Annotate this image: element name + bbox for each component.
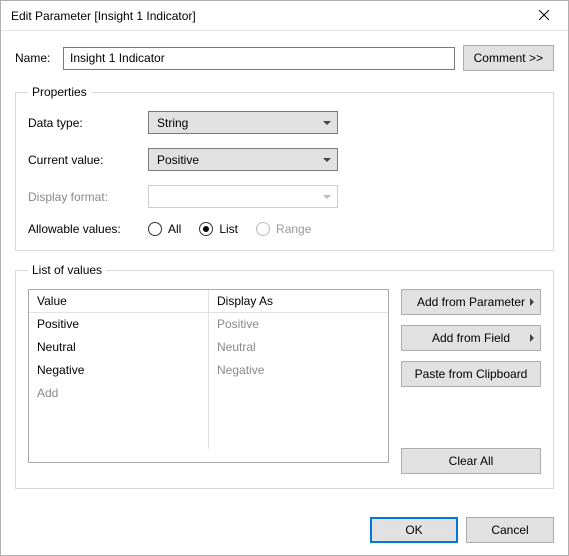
cancel-button[interactable]: Cancel [466, 517, 554, 543]
cell-display[interactable]: Neutral [209, 336, 389, 359]
chevron-right-icon [530, 334, 534, 342]
data-type-label: Data type: [28, 116, 148, 130]
close-button[interactable] [521, 2, 566, 30]
properties-legend: Properties [28, 85, 91, 99]
paste-from-clipboard-button[interactable]: Paste from Clipboard [401, 361, 541, 387]
add-from-field-button[interactable]: Add from Field [401, 325, 541, 351]
allowable-values-label: Allowable values: [28, 222, 148, 236]
button-label: Add from Parameter [417, 295, 525, 309]
button-label: Clear All [449, 454, 494, 468]
button-label: Cancel [491, 523, 528, 537]
cell-value[interactable]: Negative [29, 359, 209, 382]
chevron-down-icon [323, 195, 331, 199]
display-format-dropdown [148, 185, 338, 208]
dialog-body: Name: Comment >> Properties Data type: S… [1, 31, 568, 511]
values-table-wrap[interactable]: Value Display As Positive Positive Neutr… [28, 289, 389, 463]
display-format-label: Display format: [28, 190, 148, 204]
window-title: Edit Parameter [Insight 1 Indicator] [11, 9, 196, 23]
button-label: OK [405, 523, 422, 537]
data-type-value: String [157, 116, 188, 130]
title-bar: Edit Parameter [Insight 1 Indicator] [1, 1, 568, 31]
allowable-values-radios: All List Range [148, 222, 311, 236]
col-value-header[interactable]: Value [29, 290, 209, 313]
radio-icon [256, 222, 270, 236]
comment-button[interactable]: Comment >> [463, 45, 554, 71]
current-value-label: Current value: [28, 153, 148, 167]
radio-list-label: List [219, 222, 238, 236]
allowable-values-row: Allowable values: All List Range [28, 222, 541, 236]
radio-icon [199, 222, 213, 236]
name-input[interactable] [63, 47, 455, 70]
list-of-values-group: List of values Value Display As Positive [15, 263, 554, 489]
radio-icon [148, 222, 162, 236]
add-placeholder-cell[interactable]: Add [29, 382, 209, 405]
cell-value[interactable]: Neutral [29, 336, 209, 359]
side-buttons: Add from Parameter Add from Field Paste … [401, 289, 541, 474]
table-row-add[interactable]: Add [29, 382, 388, 405]
col-display-header[interactable]: Display As [209, 290, 389, 313]
table-row[interactable] [29, 405, 388, 427]
radio-range: Range [256, 222, 311, 236]
table-row[interactable]: Negative Negative [29, 359, 388, 382]
ok-button[interactable]: OK [370, 517, 458, 543]
table-row[interactable]: Positive Positive [29, 313, 388, 336]
list-of-values-body: Value Display As Positive Positive Neutr… [28, 289, 541, 474]
list-of-values-legend: List of values [28, 263, 106, 277]
radio-all[interactable]: All [148, 222, 181, 236]
cell-display[interactable] [209, 382, 389, 405]
display-format-row: Display format: [28, 185, 541, 208]
table-row[interactable] [29, 427, 388, 449]
cell-display[interactable]: Negative [209, 359, 389, 382]
radio-range-label: Range [276, 222, 311, 236]
data-type-row: Data type: String [28, 111, 541, 134]
chevron-down-icon [323, 158, 331, 162]
data-type-dropdown[interactable]: String [148, 111, 338, 134]
radio-all-label: All [168, 222, 181, 236]
name-label: Name: [15, 51, 55, 65]
dialog-footer: OK Cancel [370, 517, 554, 543]
values-table: Value Display As Positive Positive Neutr… [29, 290, 388, 449]
cell-display[interactable]: Positive [209, 313, 389, 336]
chevron-down-icon [323, 121, 331, 125]
button-label: Add from Field [432, 331, 510, 345]
properties-group: Properties Data type: String Current val… [15, 85, 554, 251]
cell-value[interactable]: Positive [29, 313, 209, 336]
current-value-value: Positive [157, 153, 199, 167]
button-label: Paste from Clipboard [415, 367, 528, 381]
table-row[interactable]: Neutral Neutral [29, 336, 388, 359]
chevron-right-icon [530, 298, 534, 306]
add-from-parameter-button[interactable]: Add from Parameter [401, 289, 541, 315]
clear-all-button[interactable]: Clear All [401, 448, 541, 474]
current-value-row: Current value: Positive [28, 148, 541, 171]
radio-list[interactable]: List [199, 222, 238, 236]
close-icon [539, 9, 549, 23]
current-value-dropdown[interactable]: Positive [148, 148, 338, 171]
dialog-window: Edit Parameter [Insight 1 Indicator] Nam… [0, 0, 569, 556]
name-row: Name: Comment >> [15, 45, 554, 71]
table-header-row: Value Display As [29, 290, 388, 313]
